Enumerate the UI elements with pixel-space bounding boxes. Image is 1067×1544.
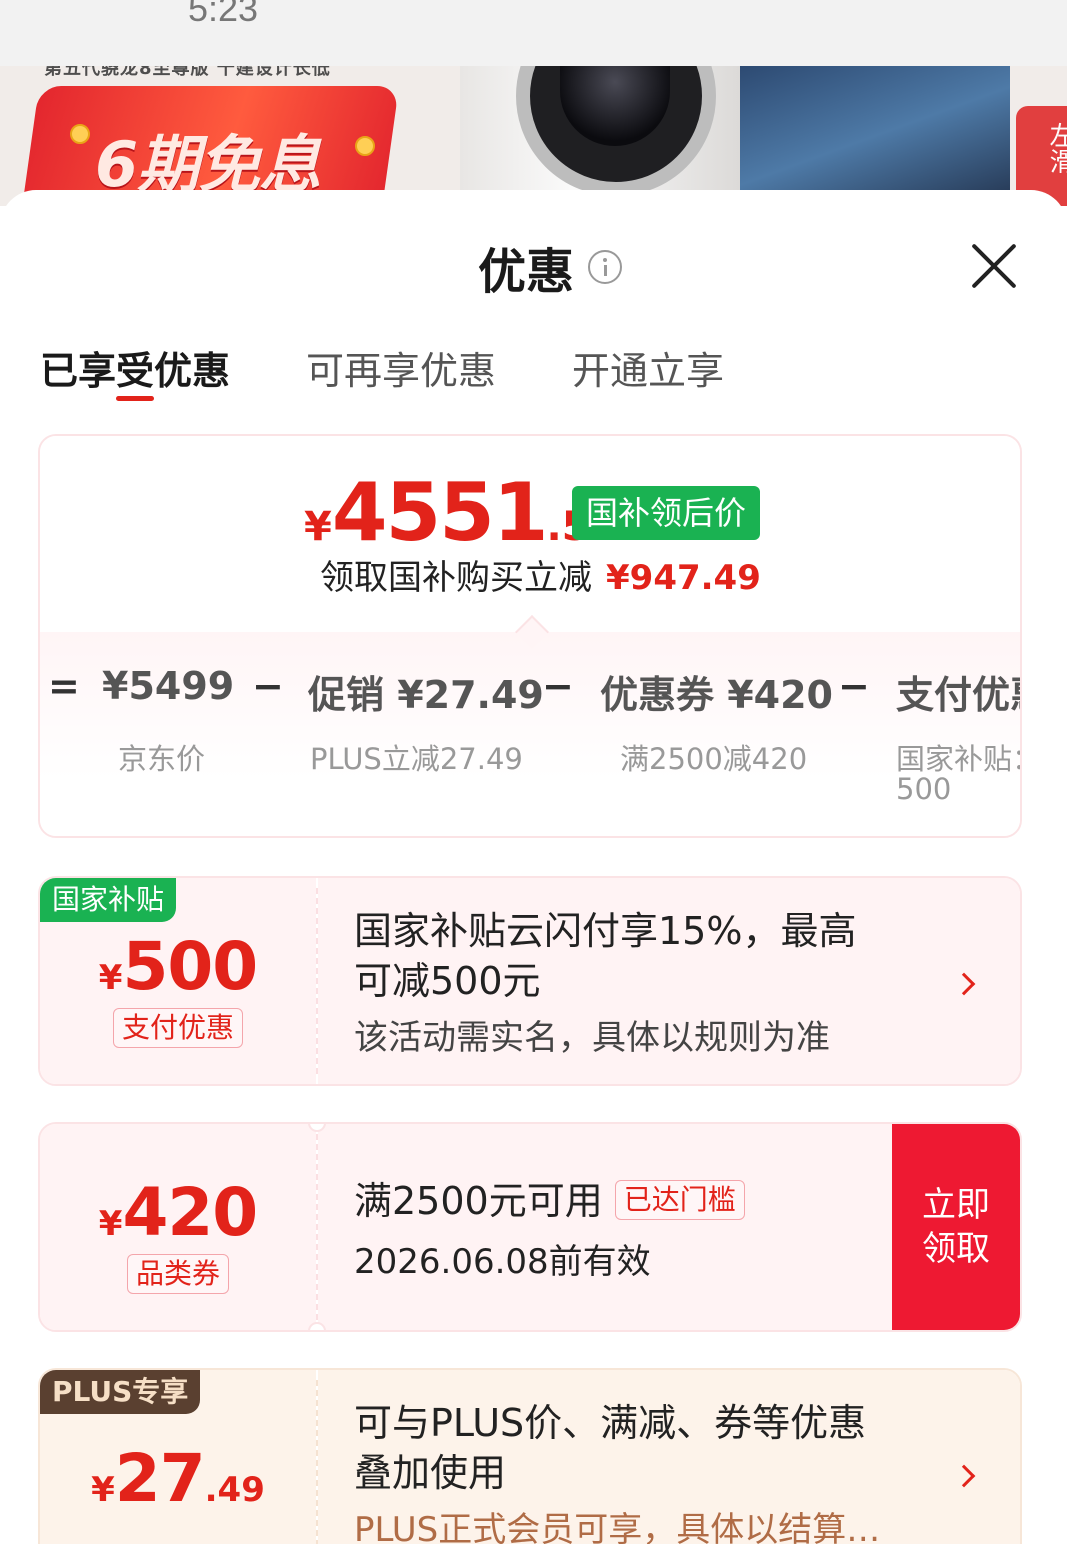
product-image-alt [740, 66, 1010, 206]
payment-discount: 支付优惠 [896, 673, 1020, 717]
coupon-threshold: 满2500元可用 已达门槛 [354, 1176, 745, 1226]
offer-card-plus[interactable]: PLUS专享 ¥27.49 可与PLUS价、满减、券等优惠 叠加使用 PLUS正… [38, 1368, 1022, 1544]
status-bar: 5:23 [0, 0, 1067, 66]
offer-card-subsidy[interactable]: 国家补贴 ¥500 支付优惠 国家补贴云闪付享15%，最高 可减500元 该活动… [38, 876, 1022, 1086]
tab-activate[interactable]: 开通立享 [572, 340, 724, 396]
price-breakdown: = ¥5499 − 促销 ¥27.49 − 优惠券 ¥420 − 支付优惠 [40, 664, 1020, 724]
offer-description-cont: 叠加使用 [354, 1451, 507, 1495]
product-slogan: 第五代骁龙8至尊版 十建设计长低 [44, 66, 331, 79]
minus-sign: − [542, 664, 574, 708]
discount-sheet: 优惠 已享受优惠 可再享优惠 开通立享 ¥ 4551 .51 国补领后价 领取国… [0, 190, 1067, 1544]
coupon-expiry: 2026.06.08前有效 [354, 1242, 651, 1282]
price-summary-card: ¥ 4551 .51 国补领后价 领取国补购买立减¥947.49 = ¥5499… [38, 434, 1022, 838]
offer-note: PLUS正式会员可享，具体以结算… [354, 1510, 881, 1544]
offer-description: 可与PLUS价、满减、券等优惠 [354, 1401, 867, 1445]
offer-type-badge: 支付优惠 [40, 1008, 316, 1048]
status-time: 5:23 [188, 0, 259, 29]
offer-type-badge: 品类券 [40, 1254, 316, 1294]
final-price: ¥ 4551 .51 [304, 466, 617, 559]
tab-more-available[interactable]: 可再享优惠 [306, 340, 496, 396]
sheet-title: 优惠 [478, 244, 575, 300]
info-icon[interactable] [588, 250, 623, 284]
tab-enjoyed[interactable]: 已享受优惠 [40, 340, 231, 401]
promo-discount: 促销 ¥27.49 [308, 673, 544, 717]
subsidy-tag: 国家补贴 [40, 878, 177, 922]
offer-card-coupon: ¥420 品类券 满2500元可用 已达门槛 2026.06.08前有效 立即 领取 [38, 1122, 1022, 1332]
saving-amount: ¥947.49 [606, 558, 761, 598]
coupon-discount: 优惠券 ¥420 [600, 673, 833, 717]
caption-payment-amount: 500 [896, 772, 952, 806]
list-price: ¥5499 [102, 664, 235, 708]
product-page-background: 第五代骁龙8至尊版 十建设计长低 6期免息 左滑 [0, 66, 1067, 206]
offer-description: 国家补贴云闪付享15%，最高 [354, 909, 857, 953]
coin-icon [70, 124, 90, 144]
tab-label: 开通立享 [572, 349, 725, 393]
caption-coupon: 满2500减420 [620, 742, 808, 776]
threshold-reached-badge: 已达门槛 [614, 1179, 745, 1220]
minus-sign: − [252, 664, 284, 708]
coin-icon [355, 136, 375, 156]
claim-coupon-button[interactable]: 立即 领取 [892, 1124, 1020, 1330]
sheet-header: 优惠 [478, 232, 623, 302]
offer-amount: ¥500 [98, 928, 258, 1005]
tab-active-indicator [116, 396, 154, 401]
tab-bar: 已享受优惠 可再享优惠 开通立享 [40, 340, 800, 401]
equals-sign: = [48, 664, 80, 708]
close-icon[interactable] [968, 240, 1020, 292]
caption-list-price: 京东价 [118, 742, 206, 776]
offer-amount: ¥27.49 [91, 1440, 265, 1517]
offer-description-cont: 可减500元 [354, 959, 541, 1003]
offer-amount: ¥420 [98, 1174, 258, 1251]
minus-sign: − [838, 664, 870, 708]
tab-label: 可再享优惠 [306, 349, 497, 393]
subsidy-price-badge: 国补领后价 [572, 486, 761, 540]
plus-tag: PLUS专享 [40, 1370, 201, 1414]
saving-line: 领取国补购买立减 ¥947.49 [320, 558, 761, 598]
tab-label: 已享受优惠 [40, 349, 231, 393]
caption-promo: PLUS立减27.49 [310, 742, 523, 776]
offer-note: 该活动需实名，具体以规则为准 [354, 1018, 830, 1058]
